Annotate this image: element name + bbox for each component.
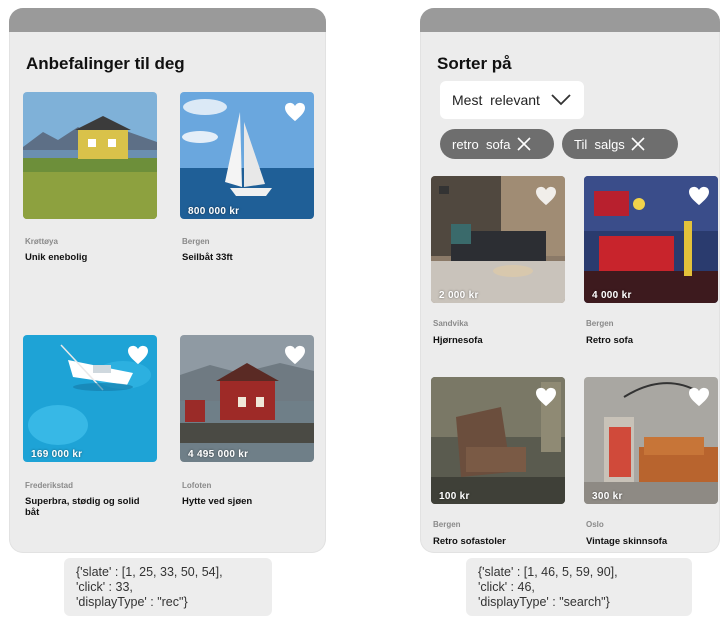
- log-click: 'click' : 33,: [76, 580, 133, 594]
- filter-chip-label: retro sofa: [452, 136, 511, 152]
- listing-card[interactable]: 800 000 kr Bergen Seilbåt 33ft: [180, 92, 314, 263]
- heart-icon[interactable]: [535, 387, 557, 407]
- log-slate: {'slate' : [1, 25, 33, 50, 54],: [76, 565, 223, 579]
- listing-location: Frederikstad: [25, 481, 74, 490]
- listing-location: Sandvika: [433, 319, 469, 328]
- search-results-screen: Sorter på Mest relevant retro sofa Til s…: [420, 8, 720, 553]
- listing-location: Bergen: [586, 319, 614, 328]
- page-title: Anbefalinger til deg: [26, 54, 185, 73]
- listing-title: Retro sofastoler: [433, 536, 506, 547]
- listing-image[interactable]: 100 kr: [431, 377, 565, 504]
- listing-location: Krøttøya: [25, 237, 58, 246]
- listing-title: Hjørnesofa: [433, 335, 483, 346]
- status-bar: [420, 8, 720, 32]
- page-title: Sorter på: [437, 54, 512, 73]
- sort-selected-value: Mest relevant: [452, 92, 540, 108]
- listing-title: Retro sofa: [586, 335, 633, 346]
- listing-title: Hytte ved sjøen: [182, 496, 253, 507]
- listing-card[interactable]: 169 000 kr Frederikstad Superbra, stødig…: [23, 335, 157, 518]
- listing-card[interactable]: 4 495 000 kr Lofoten Hytte ved sjøen: [180, 335, 314, 507]
- listing-title: Vintage skinnsofa: [586, 536, 668, 547]
- heart-icon[interactable]: [535, 186, 557, 206]
- log-slate: {'slate' : [1, 46, 5, 59, 90],: [478, 565, 618, 579]
- listing-location: Oslo: [586, 520, 604, 529]
- listing-price: 2 000 kr: [439, 290, 479, 301]
- listing-card[interactable]: 300 kr Oslo Vintage skinnsofa: [584, 377, 718, 547]
- listing-card[interactable]: 2 000 kr Sandvika Hjørnesofa: [431, 176, 565, 346]
- listing-price: 300 kr: [592, 491, 623, 502]
- listing-price: 800 000 kr: [188, 206, 240, 217]
- listing-title: Superbra, stødig og solid båt: [25, 496, 140, 518]
- listing-image[interactable]: 2 000 kr: [431, 176, 565, 303]
- listing-image[interactable]: [23, 92, 157, 219]
- log-display-type: 'displayType' : "rec"}: [76, 595, 188, 609]
- listing-image[interactable]: 4 000 kr: [584, 176, 718, 303]
- listing-location: Bergen: [182, 237, 210, 246]
- listing-price: 169 000 kr: [31, 449, 83, 460]
- listing-image[interactable]: 169 000 kr: [23, 335, 157, 462]
- close-icon[interactable]: [516, 137, 531, 151]
- recommendations-screen: Anbefalinger til deg Krøttøya Unik enebo…: [9, 8, 326, 553]
- listing-card[interactable]: 100 kr Bergen Retro sofastoler: [431, 377, 565, 547]
- heart-icon[interactable]: [284, 102, 306, 122]
- heart-icon[interactable]: [688, 387, 710, 407]
- filter-chip-retro-sofa[interactable]: retro sofa: [440, 129, 554, 159]
- listing-title: Unik enebolig: [25, 252, 88, 263]
- listing-price: 100 kr: [439, 491, 470, 502]
- heart-icon[interactable]: [284, 345, 306, 365]
- filter-chip-label: Til salgs: [574, 136, 625, 152]
- close-icon[interactable]: [631, 137, 645, 151]
- chevron-down-icon: [550, 93, 572, 107]
- listing-price: 4 000 kr: [592, 290, 632, 301]
- log-click: 'click' : 46,: [478, 580, 535, 594]
- status-bar: [9, 8, 326, 32]
- listing-card[interactable]: Krøttøya Unik enebolig: [23, 92, 157, 263]
- listing-image[interactable]: 800 000 kr: [180, 92, 314, 219]
- heart-icon[interactable]: [688, 186, 710, 206]
- listing-price: 4 495 000 kr: [188, 449, 249, 460]
- listing-image[interactable]: 300 kr: [584, 377, 718, 504]
- listing-title: Seilbåt 33ft: [182, 252, 233, 263]
- sort-dropdown[interactable]: Mest relevant: [440, 81, 584, 119]
- filter-chip-til-salgs[interactable]: Til salgs: [562, 129, 678, 159]
- interaction-log-search: {'slate' : [1, 46, 5, 59, 90], 'click' :…: [466, 558, 692, 616]
- listing-image[interactable]: 4 495 000 kr: [180, 335, 314, 462]
- listing-location: Lofoten: [182, 481, 212, 490]
- log-display-type: 'displayType' : "search"}: [478, 595, 610, 609]
- interaction-log-rec: {'slate' : [1, 25, 33, 50, 54], 'click' …: [64, 558, 272, 616]
- listing-location: Bergen: [433, 520, 461, 529]
- heart-icon[interactable]: [127, 345, 149, 365]
- listing-card[interactable]: 4 000 kr Bergen Retro sofa: [584, 176, 718, 346]
